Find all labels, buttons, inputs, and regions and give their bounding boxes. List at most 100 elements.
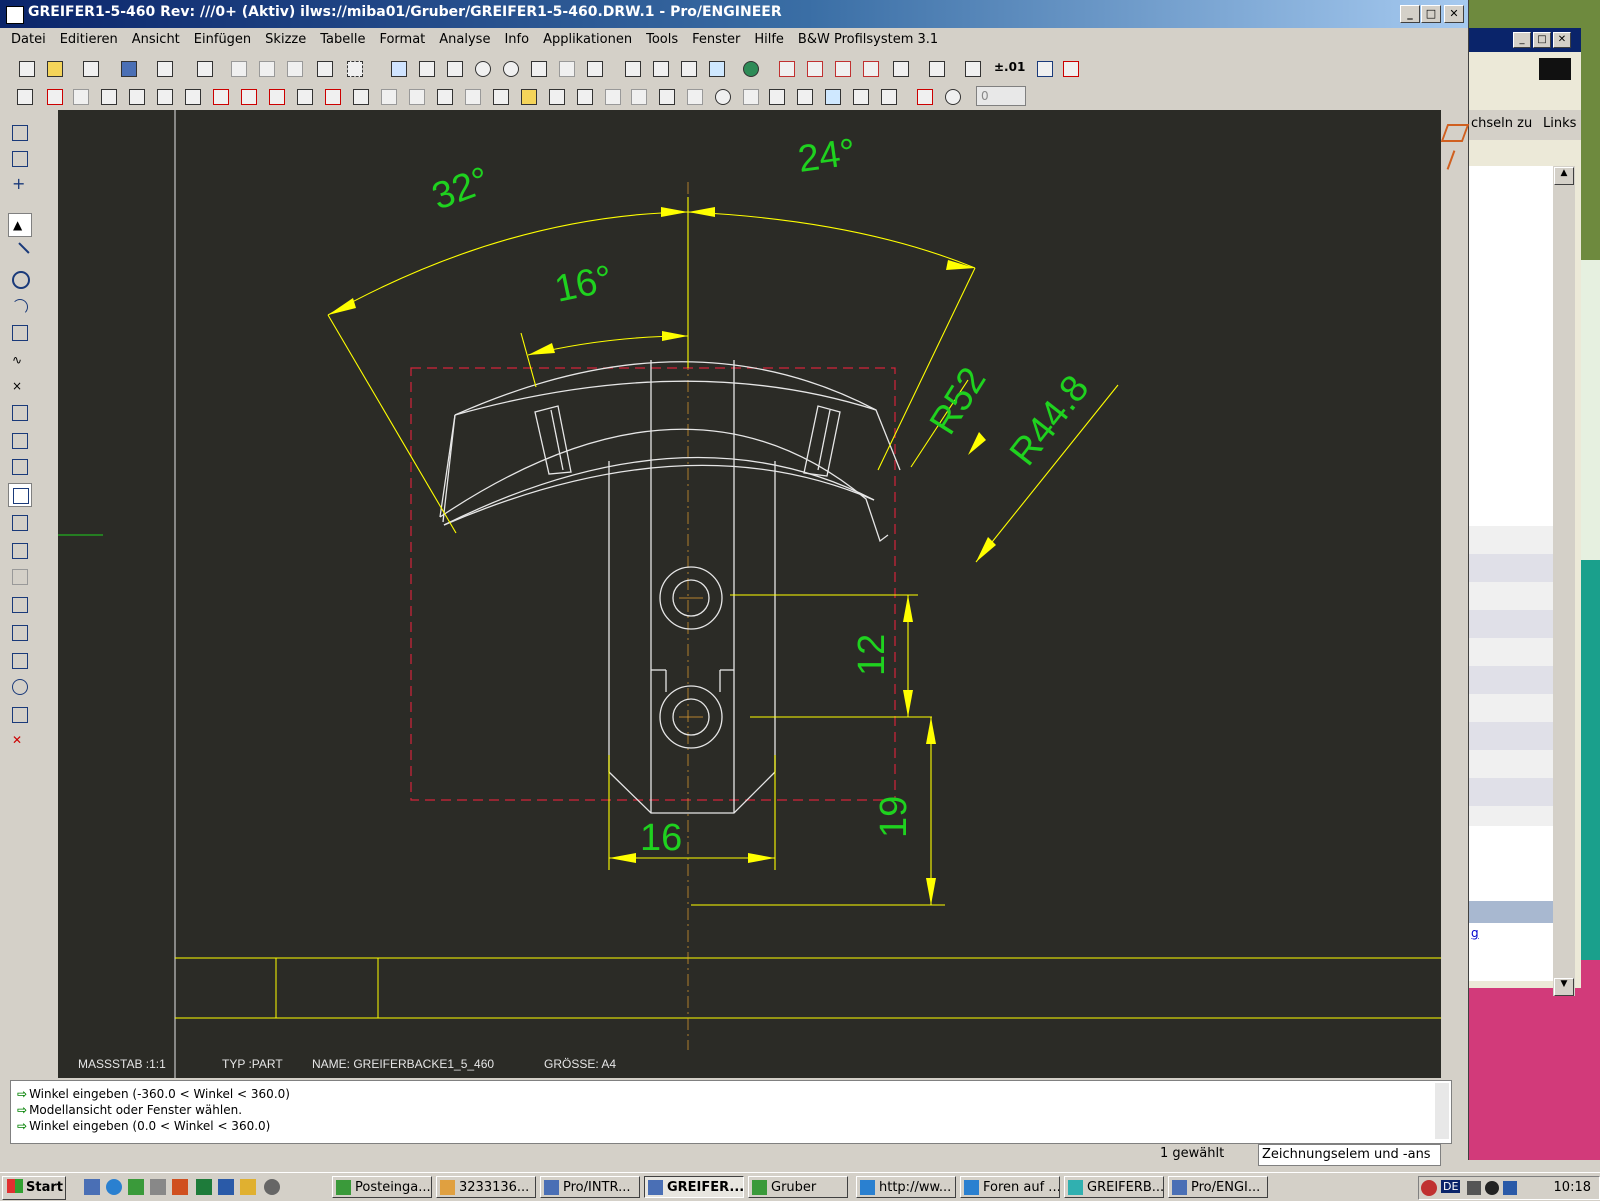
task-greifer-active[interactable]: GREIFER... [644, 1176, 744, 1198]
menu-hilfe[interactable]: Hilfe [747, 29, 791, 51]
scroll-down-icon[interactable]: ▼ [1554, 978, 1574, 996]
line-icon[interactable] [8, 241, 30, 264]
tray-audio-icon[interactable] [1485, 1181, 1499, 1195]
bg-maximize-button[interactable]: □ [1533, 32, 1551, 48]
quicklaunch-word-icon[interactable] [218, 1179, 234, 1195]
message-scrollbar[interactable] [1435, 1083, 1449, 1139]
task-greiferb[interactable]: GREIFERB... [1064, 1176, 1164, 1198]
tray-shield-icon[interactable] [1503, 1181, 1517, 1195]
task-gruber[interactable]: Gruber [748, 1176, 848, 1198]
rows-icon[interactable] [378, 86, 398, 106]
tray-security-icon[interactable] [1421, 1180, 1437, 1196]
sketch-draw-icon[interactable] [8, 121, 30, 143]
quicklaunch-ie-icon[interactable] [106, 1179, 122, 1195]
menu-format[interactable]: Format [372, 29, 432, 51]
view-e-icon[interactable] [182, 86, 202, 106]
break-icon[interactable] [406, 86, 426, 106]
quicklaunch-paint-icon[interactable] [240, 1179, 256, 1195]
selection-filter-dropdown[interactable]: Zeichnungselem und -ans [1258, 1144, 1441, 1166]
table-red-icon[interactable] [210, 86, 230, 106]
move-icon[interactable] [350, 86, 370, 106]
dim-linear-icon[interactable] [8, 565, 30, 587]
group-icon[interactable] [8, 539, 30, 561]
datum-planes-icon[interactable] [776, 58, 796, 78]
parameter-icon[interactable] [8, 649, 30, 671]
dimension-icon[interactable] [962, 58, 982, 78]
view-v-icon[interactable] [126, 86, 146, 106]
grid-icon[interactable] [850, 86, 870, 106]
list-icon[interactable] [740, 86, 760, 106]
clock[interactable]: 10:18 [1554, 1180, 1591, 1195]
arc-icon[interactable] [8, 295, 30, 317]
format-icon-1[interactable] [238, 86, 258, 106]
spinner-input[interactable]: 0 [976, 86, 1026, 106]
trim-icon[interactable] [8, 511, 30, 533]
minimize-button[interactable]: _ [1400, 5, 1420, 23]
model-tree-icon[interactable] [740, 58, 760, 78]
datum-points-icon[interactable] [832, 58, 852, 78]
refit-icon[interactable] [528, 58, 548, 78]
cut-icon[interactable] [228, 58, 248, 78]
tray-monitor-icon[interactable] [1467, 1181, 1481, 1195]
menu-editieren[interactable]: Editieren [53, 29, 125, 51]
document-icon[interactable] [656, 86, 676, 106]
align-dims-icon[interactable] [434, 86, 454, 106]
fillet-icon[interactable] [8, 321, 30, 343]
check-icon[interactable] [1034, 58, 1054, 78]
language-indicator[interactable]: DE [1441, 1180, 1461, 1193]
point-icon[interactable]: × [8, 375, 30, 397]
tolerance-dropdown[interactable]: ±.01 [994, 60, 1025, 74]
quicklaunch-app-icon[interactable] [128, 1179, 144, 1195]
text-style-icon[interactable] [628, 86, 648, 106]
zoom-out-icon[interactable] [500, 58, 520, 78]
sketch-tools-icon[interactable] [14, 86, 34, 106]
links-button[interactable]: Links [1543, 116, 1576, 131]
note-icon[interactable] [98, 86, 118, 106]
diameter-icon[interactable] [8, 675, 30, 697]
edit-pen-icon[interactable] [80, 58, 100, 78]
quicklaunch-excel-icon[interactable] [196, 1179, 212, 1195]
menu-ansicht[interactable]: Ansicht [125, 29, 187, 51]
close-view-icon[interactable] [1060, 58, 1080, 78]
task-posteingang[interactable]: Posteinga... [332, 1176, 432, 1198]
zoom-in-icon[interactable] [472, 58, 492, 78]
wireframe-icon[interactable] [622, 58, 642, 78]
show-dims-icon[interactable] [926, 58, 946, 78]
offset-icon[interactable] [8, 401, 30, 423]
folder-sheet-icon[interactable] [518, 86, 538, 106]
dim-height-19[interactable]: 19 [873, 796, 915, 838]
measure-icon[interactable] [8, 703, 30, 725]
task-prointr[interactable]: Pro/INTR... [540, 1176, 640, 1198]
menu-info[interactable]: Info [497, 29, 536, 51]
no-hidden-icon[interactable] [678, 58, 698, 78]
nb-icon[interactable] [546, 86, 566, 106]
tree-icon[interactable] [766, 86, 786, 106]
saved-views-icon[interactable] [584, 58, 604, 78]
delete-sketch-icon[interactable]: ✕ [8, 729, 30, 751]
orient-icon[interactable] [444, 58, 464, 78]
sketch-plus-icon[interactable]: + [8, 173, 30, 195]
bg-link[interactable]: g [1471, 926, 1479, 940]
menu-skizze[interactable]: Skizze [258, 29, 313, 51]
table-icon[interactable] [794, 86, 814, 106]
shading-icon[interactable] [706, 58, 726, 78]
pointer-icon[interactable]: ▲ [8, 213, 32, 237]
display-icon[interactable] [822, 86, 842, 106]
datum-axes-icon[interactable] [804, 58, 824, 78]
background-browser-window[interactable]: _ □ ✕ chseln zu Links g ▲ ▼ [1468, 28, 1581, 996]
dim-baseline-icon[interactable] [8, 593, 30, 615]
paste-icon[interactable] [284, 58, 304, 78]
reorient-icon[interactable] [556, 58, 576, 78]
align-icon[interactable] [70, 86, 90, 106]
pin-icon[interactable] [574, 86, 594, 106]
repaint-icon[interactable] [388, 58, 408, 78]
delete-icon[interactable] [44, 86, 64, 106]
start-button[interactable]: Start [2, 1176, 66, 1200]
maximize-button[interactable]: □ [1421, 5, 1441, 23]
layer-icon[interactable] [914, 86, 934, 106]
format-icon-2[interactable] [266, 86, 286, 106]
background-titlebar[interactable]: _ □ ✕ [1469, 28, 1581, 52]
quicklaunch-pc-icon[interactable] [150, 1179, 166, 1195]
save-icon[interactable] [118, 58, 138, 78]
open-folder-icon[interactable] [44, 58, 64, 78]
